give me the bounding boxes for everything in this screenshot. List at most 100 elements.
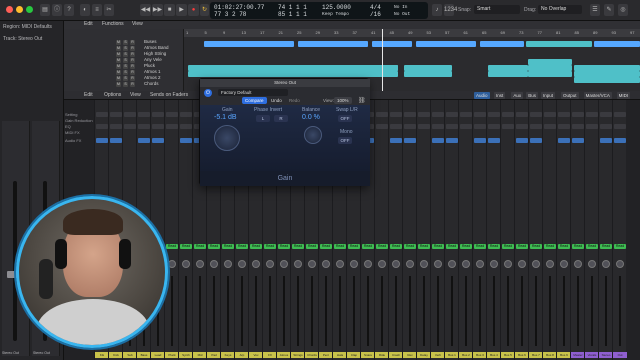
automation-mode[interactable]: Read <box>446 244 458 249</box>
pan-knob[interactable] <box>350 260 358 268</box>
automation-mode[interactable]: Read <box>516 244 528 249</box>
strip-setting-slot[interactable] <box>96 112 108 117</box>
strip-eq-slot[interactable] <box>418 124 430 129</box>
audio-fx-slot[interactable] <box>96 138 108 143</box>
audio-fx-slot[interactable] <box>488 138 500 143</box>
audio-fx-slot[interactable] <box>404 138 416 143</box>
filter-tab[interactable]: MIDI <box>616 92 631 99</box>
pan-knob[interactable] <box>560 260 568 268</box>
strip-name[interactable]: Bus 2 <box>459 352 473 358</box>
strip-name[interactable]: Synth <box>179 352 193 358</box>
volume-fader[interactable] <box>451 276 453 346</box>
strip-setting-slot[interactable] <box>586 112 598 117</box>
volume-fader[interactable] <box>535 276 537 346</box>
solo-button[interactable]: S <box>123 63 128 69</box>
strip-name[interactable]: Ride <box>375 352 389 358</box>
plugin-title[interactable]: Stereo Out <box>200 79 370 87</box>
region[interactable] <box>372 41 412 47</box>
pan-knob[interactable] <box>322 260 330 268</box>
undo-button[interactable]: Undo <box>268 97 285 104</box>
automation-mode[interactable]: Read <box>586 244 598 249</box>
strip-setting-slot[interactable] <box>446 112 458 117</box>
record-enable-button[interactable]: R <box>130 57 135 63</box>
tracks-view-menu[interactable]: View <box>132 21 143 28</box>
timeline-ruler[interactable]: 1 5 9 13 17 21 25 29 33 37 41 45 49 53 57 61 65 69 73 77 81 8… <box>184 29 640 37</box>
automation-mode[interactable]: Read <box>362 244 374 249</box>
automation-mode[interactable]: Read <box>432 244 444 249</box>
strip-name[interactable]: Arp <box>235 352 249 358</box>
balance-knob[interactable] <box>304 126 322 144</box>
strip-setting-slot[interactable] <box>432 112 444 117</box>
strip-name[interactable]: Master <box>571 352 585 358</box>
audio-fx-slot[interactable] <box>558 138 570 143</box>
pan-knob[interactable] <box>280 260 288 268</box>
volume-fader[interactable] <box>521 276 523 346</box>
gain-value[interactable]: -5.1 dB <box>214 114 237 121</box>
volume-fader[interactable] <box>367 276 369 346</box>
filter-tab[interactable]: Aux <box>511 92 524 99</box>
strip-setting-slot[interactable] <box>502 112 514 117</box>
volume-fader[interactable] <box>171 276 173 346</box>
strip-name[interactable]: Kick <box>109 352 123 358</box>
strip-name[interactable]: Mid <box>193 352 207 358</box>
pan-knob[interactable] <box>420 260 428 268</box>
automation-mode[interactable]: Read <box>558 244 570 249</box>
play-button[interactable]: ▶ <box>176 4 187 16</box>
region[interactable] <box>480 41 524 47</box>
strip-eq-slot[interactable] <box>460 124 472 129</box>
pan-knob[interactable] <box>378 260 386 268</box>
mute-button[interactable]: M <box>116 75 121 81</box>
region[interactable] <box>574 77 640 83</box>
lcd-display[interactable]: 01:02:27:00.77 77 3 2 78 74 1 1 1 85 1 1… <box>210 2 428 19</box>
pan-knob[interactable] <box>504 260 512 268</box>
record-enable-button[interactable]: R <box>130 63 135 69</box>
automation-mode[interactable]: Read <box>180 244 192 249</box>
strip-setting-slot[interactable] <box>474 112 486 117</box>
region[interactable] <box>594 41 640 47</box>
region[interactable] <box>298 41 368 47</box>
volume-fader[interactable] <box>395 276 397 346</box>
editors-button[interactable]: ✂ <box>104 4 114 16</box>
strip-eq-slot[interactable] <box>516 124 528 129</box>
strip-name[interactable]: Bus 1 <box>445 352 459 358</box>
region[interactable] <box>188 71 398 77</box>
zoom-window-icon[interactable] <box>26 6 33 13</box>
strip-setting-slot[interactable] <box>166 112 178 117</box>
audio-fx-slot[interactable] <box>530 138 542 143</box>
snap-select[interactable]: Smart <box>474 5 520 14</box>
strip-eq-slot[interactable] <box>530 124 542 129</box>
strip-setting-slot[interactable] <box>600 112 612 117</box>
volume-fader[interactable] <box>311 276 313 346</box>
pan-knob[interactable] <box>588 260 596 268</box>
mute-button[interactable]: M <box>116 51 121 57</box>
link-icon[interactable]: ⛓ <box>358 97 366 104</box>
audio-fx-slot[interactable] <box>572 138 584 143</box>
volume-fader[interactable] <box>241 276 243 346</box>
strip-eq-slot[interactable] <box>376 124 388 129</box>
volume-fader[interactable] <box>409 276 411 346</box>
region[interactable] <box>526 41 592 47</box>
volume-fader[interactable] <box>227 276 229 346</box>
automation-mode[interactable]: Read <box>600 244 612 249</box>
volume-fader[interactable] <box>297 276 299 346</box>
pan-knob[interactable] <box>476 260 484 268</box>
strip-eq-slot[interactable] <box>586 124 598 129</box>
volume-fader[interactable] <box>465 276 467 346</box>
tracks-functions-menu[interactable]: Functions <box>102 21 124 28</box>
volume-fader[interactable] <box>381 276 383 346</box>
smart-controls-button[interactable]: ◐ <box>80 4 90 16</box>
strip-name[interactable]: Pad <box>207 352 221 358</box>
region[interactable] <box>488 71 528 77</box>
volume-fader[interactable] <box>549 276 551 346</box>
toolbar-button[interactable]: ? <box>64 4 74 16</box>
pan-knob[interactable] <box>490 260 498 268</box>
filter-tab[interactable]: Inst <box>494 92 506 99</box>
minimize-window-icon[interactable] <box>16 6 23 13</box>
strip-eq-slot[interactable] <box>166 124 178 129</box>
pan-knob[interactable] <box>168 260 176 268</box>
strip-name[interactable]: Pluck <box>165 352 179 358</box>
strip-name[interactable]: Delay <box>417 352 431 358</box>
strip-name[interactable]: Verb <box>431 352 445 358</box>
audio-fx-slot[interactable] <box>432 138 444 143</box>
balance-value[interactable]: 0.0 % <box>302 114 320 121</box>
